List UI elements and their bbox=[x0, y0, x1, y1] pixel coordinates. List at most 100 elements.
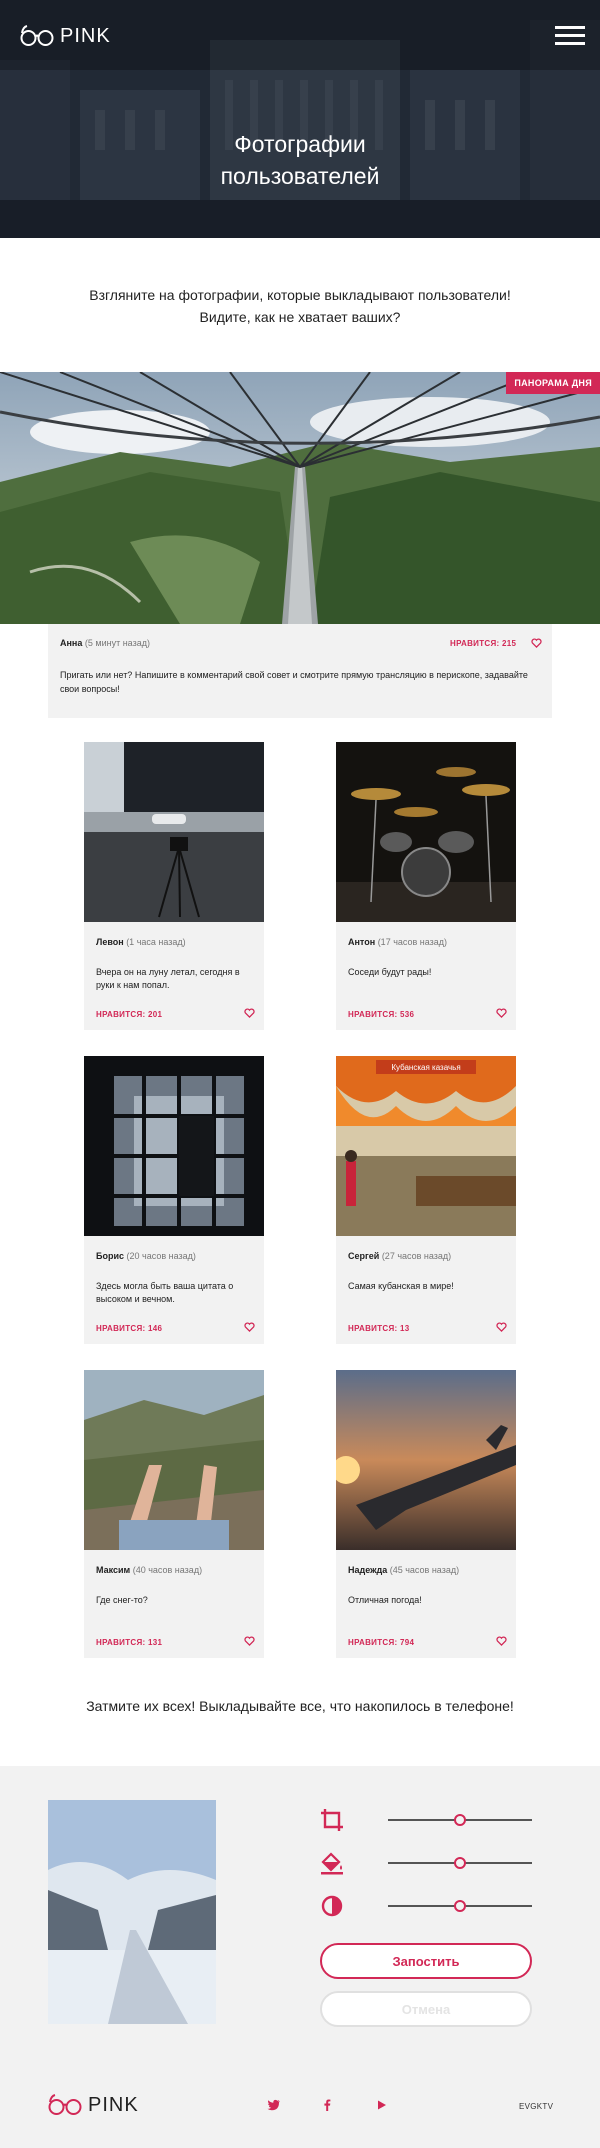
post-time: (1 часа назад) bbox=[126, 937, 186, 947]
post-photo[interactable] bbox=[336, 742, 516, 922]
menu-line-icon bbox=[555, 34, 585, 37]
post-author: Борис bbox=[96, 1251, 125, 1261]
heart-icon[interactable] bbox=[244, 1008, 255, 1018]
submit-post-button[interactable]: Запостить bbox=[320, 1943, 532, 1979]
post-author: Анна bbox=[60, 638, 83, 648]
post-author: Левон bbox=[96, 937, 124, 947]
footer-logo-link[interactable]: PINK bbox=[48, 2092, 139, 2118]
post-meta: Левон (1 часа назад) bbox=[96, 937, 186, 947]
likes-count: НРАВИТСЯ: 215 bbox=[450, 639, 517, 648]
post-photo[interactable] bbox=[84, 742, 264, 922]
page-header: PINK Фотографии пользователей bbox=[0, 0, 600, 238]
post-photo[interactable] bbox=[84, 1370, 264, 1550]
post-author: Антон bbox=[348, 937, 376, 947]
post-time: (17 часов назад) bbox=[377, 937, 448, 947]
panorama-photo[interactable]: ПАНОРАМА ДНЯ bbox=[0, 372, 600, 624]
post-card: Левон (1 часа назад) Вчера он на луну ле… bbox=[84, 742, 264, 1030]
facebook-icon[interactable] bbox=[320, 2098, 334, 2112]
intro-text: Взгляните на фотографии, которые выклады… bbox=[0, 284, 600, 328]
contrast-icon[interactable] bbox=[320, 1894, 344, 1918]
upload-call-to-action: Затмите их всех! Выкладывайте все, что н… bbox=[86, 1698, 514, 1714]
post-time: (45 часов назад) bbox=[389, 1565, 460, 1575]
post-card: Антон (17 часов назад) Соседи будут рады… bbox=[336, 742, 516, 1030]
likes-count: НРАВИТСЯ: 146 bbox=[96, 1324, 163, 1333]
post-card: Борис (20 часов назад) Здесь могла быть … bbox=[84, 1056, 264, 1344]
youtube-icon[interactable] bbox=[374, 2098, 388, 2112]
contrast-slider[interactable] bbox=[388, 1900, 532, 1912]
likes-count: НРАВИТСЯ: 794 bbox=[348, 1638, 415, 1647]
page-title-line: пользователей bbox=[220, 163, 380, 189]
twitter-icon[interactable] bbox=[267, 2098, 281, 2112]
photo-legs-image bbox=[84, 1370, 264, 1550]
logo-text: PINK bbox=[60, 24, 111, 47]
post-text: Пригать или нет? Напишите в комментарий … bbox=[60, 670, 528, 694]
post-photo[interactable] bbox=[336, 1370, 516, 1550]
photo-airplane-wing-image bbox=[336, 1370, 516, 1550]
post-meta: Максим (40 часов назад) bbox=[96, 1565, 202, 1575]
heart-icon[interactable] bbox=[496, 1636, 507, 1646]
panorama-badge: ПАНОРАМА ДНЯ bbox=[506, 372, 600, 394]
post-card: Надежда (45 часов назад) Отличная погода… bbox=[336, 1370, 516, 1658]
post-time: (27 часов назад) bbox=[381, 1251, 452, 1261]
likes-count: НРАВИТСЯ: 131 bbox=[96, 1638, 163, 1647]
page-title: Фотографии пользователей bbox=[0, 128, 600, 192]
panorama-image bbox=[0, 372, 600, 624]
post-author: Надежда bbox=[348, 1565, 388, 1575]
post-time: (5 минут назад) bbox=[84, 638, 150, 648]
likes-count: НРАВИТСЯ: 536 bbox=[348, 1010, 415, 1019]
fill-slider[interactable] bbox=[388, 1857, 532, 1869]
menu-line-icon bbox=[555, 42, 585, 45]
photo-market-image: Кубанская казачья bbox=[336, 1056, 516, 1236]
post-text: Отличная погода! bbox=[348, 1595, 422, 1605]
heart-icon[interactable] bbox=[531, 638, 542, 648]
slider-handle[interactable] bbox=[454, 1814, 466, 1826]
post-text: Где снег-то? bbox=[96, 1595, 148, 1605]
editor-preview-photo bbox=[48, 1800, 216, 2024]
page-footer: PINK EVGKTV bbox=[0, 2060, 600, 2148]
photo-drums-image bbox=[336, 742, 516, 922]
post-meta: Надежда (45 часов назад) bbox=[348, 1565, 459, 1575]
page-title-line: Фотографии bbox=[234, 131, 366, 157]
photo-ceiling-image bbox=[84, 1056, 264, 1236]
logo-link[interactable]: PINK bbox=[20, 23, 111, 49]
post-card: Кубанская казачья Сергей (27 часов назад… bbox=[336, 1056, 516, 1344]
post-meta: Анна (5 минут назад) bbox=[60, 638, 150, 648]
heart-icon[interactable] bbox=[496, 1008, 507, 1018]
glasses-logo-icon bbox=[48, 2094, 82, 2115]
post-meta: Антон (17 часов назад) bbox=[348, 937, 447, 947]
market-sign-text: Кубанская казачья bbox=[391, 1063, 460, 1072]
post-text: Самая кубанская в мире! bbox=[348, 1281, 454, 1291]
intro-line: Взгляните на фотографии, которые выклады… bbox=[89, 287, 511, 303]
post-text: Здесь могла быть ваша цитата о высоком и… bbox=[96, 1281, 234, 1304]
crop-icon[interactable] bbox=[320, 1808, 344, 1832]
post-card: Максим (40 часов назад) Где снег-то? НРА… bbox=[84, 1370, 264, 1658]
fill-icon[interactable] bbox=[320, 1851, 344, 1875]
post-author: Максим bbox=[96, 1565, 131, 1575]
post-time: (40 часов назад) bbox=[132, 1565, 203, 1575]
heart-icon[interactable] bbox=[496, 1322, 507, 1332]
post-text: Вчера он на луну летал, сегодня в руки к… bbox=[96, 967, 240, 990]
slider-handle[interactable] bbox=[454, 1900, 466, 1912]
likes-count: НРАВИТСЯ: 13 bbox=[348, 1324, 410, 1333]
photo-tripod-image bbox=[84, 742, 264, 922]
likes-count: НРАВИТСЯ: 201 bbox=[96, 1010, 163, 1019]
slider-handle[interactable] bbox=[454, 1857, 466, 1869]
post-text: Соседи будут рады! bbox=[348, 967, 432, 977]
cancel-button[interactable]: Отмена bbox=[320, 1991, 532, 2027]
menu-toggle-button[interactable] bbox=[555, 26, 585, 46]
glasses-logo-icon bbox=[20, 25, 54, 46]
menu-line-icon bbox=[555, 26, 585, 29]
crop-slider[interactable] bbox=[388, 1814, 532, 1826]
post-time: (20 часов назад) bbox=[126, 1251, 196, 1261]
heart-icon[interactable] bbox=[244, 1322, 255, 1332]
panorama-info-card: Анна (5 минут назад) НРАВИТСЯ: 215 Прига… bbox=[48, 624, 552, 718]
post-author: Сергей bbox=[348, 1251, 380, 1261]
post-meta: Сергей (27 часов назад) bbox=[348, 1251, 451, 1261]
logo-text: PINK bbox=[88, 2093, 139, 2116]
developer-credit[interactable]: EVGKTV bbox=[519, 2102, 553, 2111]
post-photo[interactable] bbox=[84, 1056, 264, 1236]
post-photo[interactable]: Кубанская казачья bbox=[336, 1056, 516, 1236]
heart-icon[interactable] bbox=[244, 1636, 255, 1646]
post-meta: Борис (20 часов назад) bbox=[96, 1251, 196, 1261]
photo-snowy-road-image bbox=[48, 1800, 216, 2024]
